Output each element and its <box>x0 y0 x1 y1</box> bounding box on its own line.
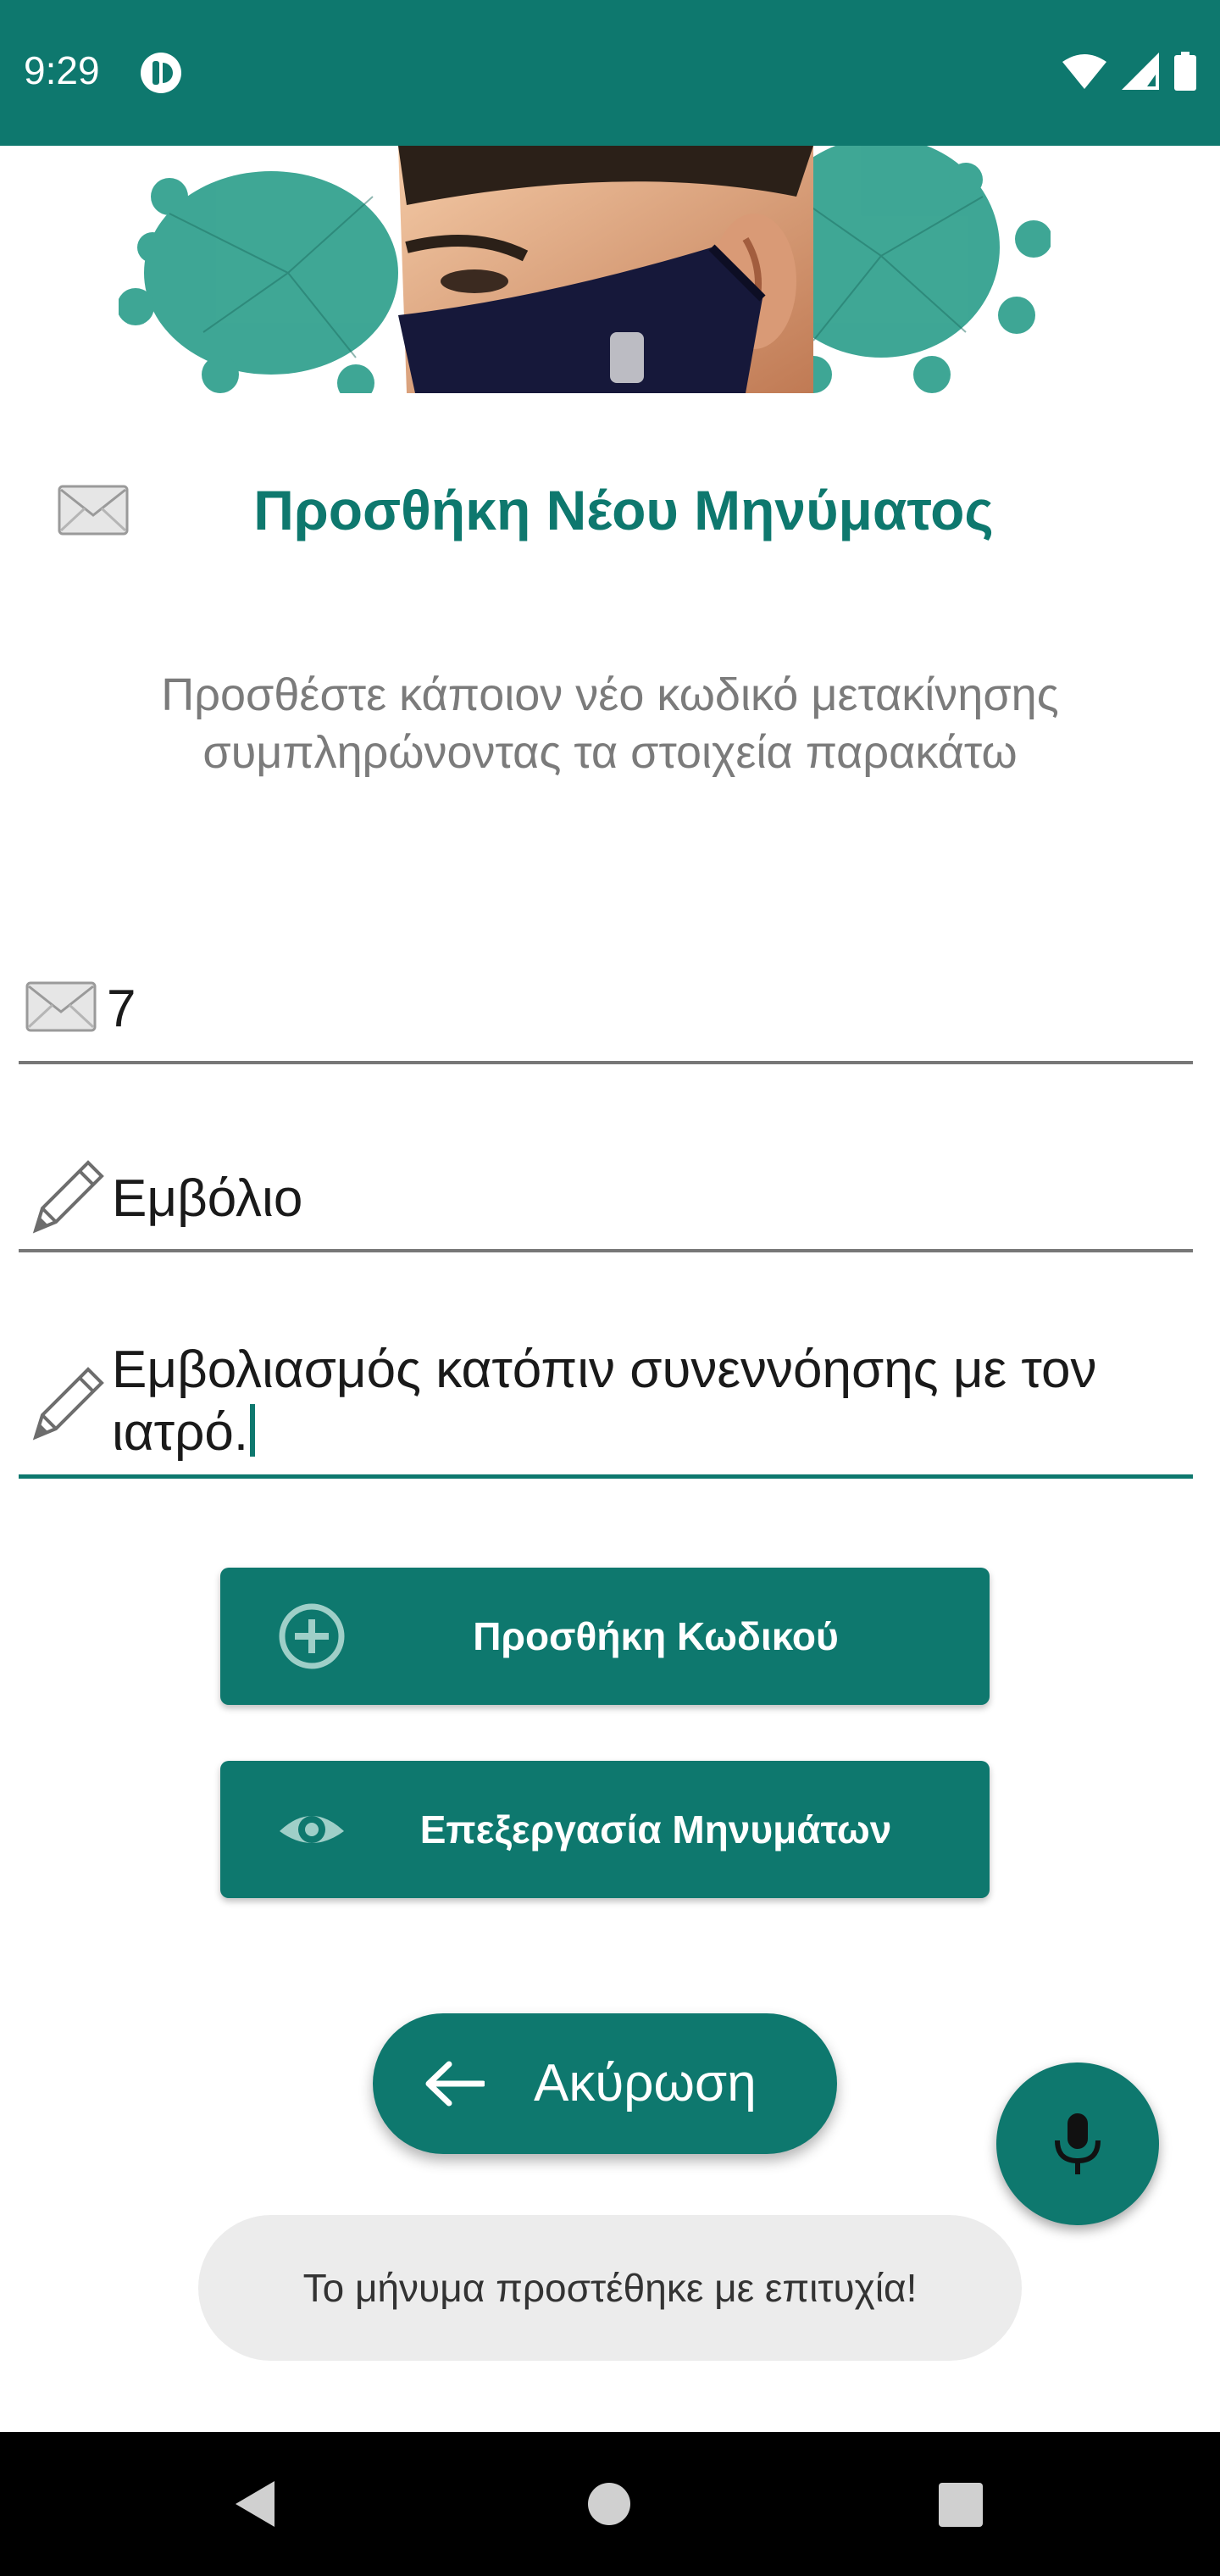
edit-messages-button[interactable]: Επεξεργασία Μηνυμάτων <box>220 1761 990 1898</box>
app-notification-icon <box>141 53 181 93</box>
battery-icon <box>1174 52 1196 91</box>
header-illustration <box>119 146 1051 393</box>
description-field[interactable]: Εμβολιασμός κατόπιν συνεννόησης με τον ι… <box>19 1339 1193 1479</box>
add-code-button-label: Προσθήκη Κωδικού <box>473 1614 839 1658</box>
arrow-left-icon <box>425 2061 485 2107</box>
toast-message: Το μήνυμα προστέθηκε με επιτυχία! <box>198 2215 1022 2361</box>
cancel-button[interactable]: Ακύρωση <box>373 2013 837 2154</box>
edit-messages-button-label: Επεξεργασία Μηνυμάτων <box>419 1807 892 1852</box>
envelope-icon <box>58 485 129 536</box>
plus-circle-icon <box>279 1603 345 1669</box>
status-bar <box>0 0 1220 146</box>
navigation-bar <box>0 2432 1220 2576</box>
signal-icon <box>1122 53 1159 90</box>
cancel-button-label: Ακύρωση <box>534 2054 757 2112</box>
toast-text: Το μήνυμα προστέθηκε με επιτυχία! <box>302 2266 918 2310</box>
code-field-value: 7 <box>107 980 136 1038</box>
code-field[interactable]: 7 <box>19 966 1193 1064</box>
microphone-button[interactable] <box>996 2062 1159 2225</box>
title-field[interactable]: Εμβόλιο <box>19 1144 1193 1252</box>
recents-icon[interactable] <box>939 2483 983 2527</box>
wifi-icon <box>1062 54 1106 89</box>
status-time: 9:29 <box>24 48 100 92</box>
status-icons <box>1062 49 1196 93</box>
envelope-icon <box>25 981 97 1032</box>
back-icon[interactable] <box>232 2479 276 2529</box>
page-subtitle: Προσθέστε κάποιον νέο κωδικό μετακίνησης… <box>161 669 1059 778</box>
description-field-value: Εμβολιασμός κατόπιν συνεννόησης με τον ι… <box>112 1341 1097 1462</box>
text-cursor <box>250 1404 256 1457</box>
pencil-icon <box>32 1367 104 1441</box>
pencil-icon <box>32 1160 104 1234</box>
eye-icon <box>280 1816 344 1843</box>
home-icon[interactable] <box>586 2481 632 2527</box>
title-field-value: Εμβόλιο <box>112 1169 303 1228</box>
add-code-button[interactable]: Προσθήκη Κωδικού <box>220 1568 990 1705</box>
page-title: Προσθήκη Νέου Μηνύματος <box>253 479 994 541</box>
microphone-icon <box>1055 2113 1101 2174</box>
